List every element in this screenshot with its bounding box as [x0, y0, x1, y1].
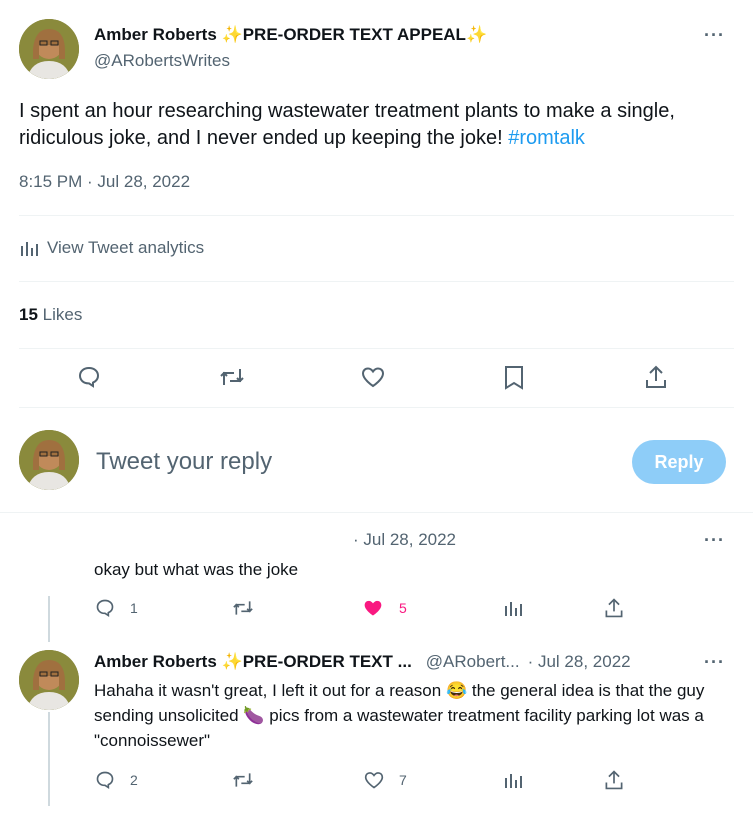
eggplant-emoji-icon: 🍆 [243, 706, 265, 725]
sparkles-icon: ✨ [465, 25, 488, 44]
like-icon[interactable] [360, 365, 386, 389]
tweet-text: I spent an hour researching wastewater t… [19, 98, 734, 152]
likes-label: Likes [42, 305, 83, 324]
reply-date[interactable]: · Jul 28, 2022 [353, 530, 456, 550]
reply-action[interactable]: 1 [94, 598, 138, 618]
author-name-suffix: PRE-ORDER TEXT APPEAL [242, 25, 466, 44]
view-analytics-link[interactable]: View Tweet analytics [19, 238, 204, 258]
hashtag-link[interactable]: #romtalk [508, 127, 585, 149]
reply-icon [94, 598, 116, 618]
like-icon [363, 770, 385, 790]
reply-action[interactable]: 2 [94, 770, 138, 790]
more-options-icon[interactable]: ··· [704, 25, 725, 46]
like-action[interactable]: 7 [363, 770, 407, 790]
like-action[interactable]: 5 [361, 598, 407, 618]
sparkles-icon: ✨ [221, 652, 243, 671]
reply-date[interactable]: · Jul 28, 2022 [528, 652, 631, 672]
share-icon[interactable] [603, 769, 625, 791]
reply-button[interactable]: Reply [632, 440, 726, 484]
retweet-icon[interactable] [231, 770, 255, 790]
retweet-icon[interactable] [231, 598, 255, 618]
reply-input[interactable]: Tweet your reply [96, 448, 272, 476]
reply-text: Hahaha it wasn't great, I left it out fo… [94, 678, 734, 753]
reply-count: 1 [130, 600, 138, 616]
author-name[interactable]: Amber Roberts ✨PRE-ORDER TEXT ... [94, 652, 412, 672]
tweet-timestamp[interactable]: 8:15 PM · Jul 28, 2022 [19, 172, 190, 192]
author-handle[interactable]: @ARobert... [426, 652, 520, 672]
reply-header: Amber Roberts ✨PRE-ORDER TEXT ... @ARobe… [94, 652, 631, 672]
more-options-icon[interactable]: ··· [704, 652, 725, 673]
author-handle[interactable]: @ARobertsWrites [94, 51, 230, 71]
reply-icon[interactable] [77, 365, 101, 389]
my-avatar[interactable] [19, 430, 79, 490]
likes-stat[interactable]: 15 Likes [19, 305, 82, 325]
thread-line [48, 596, 50, 642]
reply-icon [94, 770, 116, 790]
reply-text-part1: Hahaha it wasn't great, I left it out fo… [94, 681, 442, 700]
tweet-date: Jul 28, 2022 [97, 172, 191, 191]
author-name-suffix: PRE-ORDER TEXT ... [242, 652, 412, 671]
share-icon[interactable] [603, 597, 625, 619]
like-filled-icon [361, 598, 385, 618]
reply-text: okay but what was the joke [94, 560, 299, 579]
like-count: 5 [399, 600, 407, 616]
author-name[interactable]: Amber Roberts ✨PRE-ORDER TEXT APPEAL✨ [94, 25, 487, 45]
retweet-icon[interactable] [219, 365, 245, 389]
divider [0, 512, 753, 513]
share-icon[interactable] [644, 364, 668, 390]
laughing-emoji-icon: 😂 [445, 681, 468, 700]
reply-count: 2 [130, 772, 138, 788]
likes-count: 15 [19, 305, 38, 324]
tweet-time: 8:15 PM [19, 172, 83, 191]
bookmark-icon[interactable] [503, 365, 525, 391]
divider [19, 407, 734, 408]
analytics-icon[interactable] [503, 770, 523, 790]
analytics-icon[interactable] [503, 598, 523, 618]
thread-line [48, 712, 50, 806]
analytics-label: View Tweet analytics [47, 238, 205, 257]
sparkles-icon: ✨ [221, 25, 243, 44]
author-avatar[interactable] [19, 19, 79, 79]
author-name-text: Amber Roberts [94, 652, 217, 671]
like-count: 7 [399, 772, 407, 788]
divider [19, 281, 734, 282]
divider [19, 348, 734, 349]
author-name-text: Amber Roberts [94, 25, 217, 44]
author-avatar[interactable] [19, 650, 79, 710]
analytics-icon [19, 238, 39, 258]
more-options-icon[interactable]: ··· [704, 530, 725, 551]
divider [19, 215, 734, 216]
